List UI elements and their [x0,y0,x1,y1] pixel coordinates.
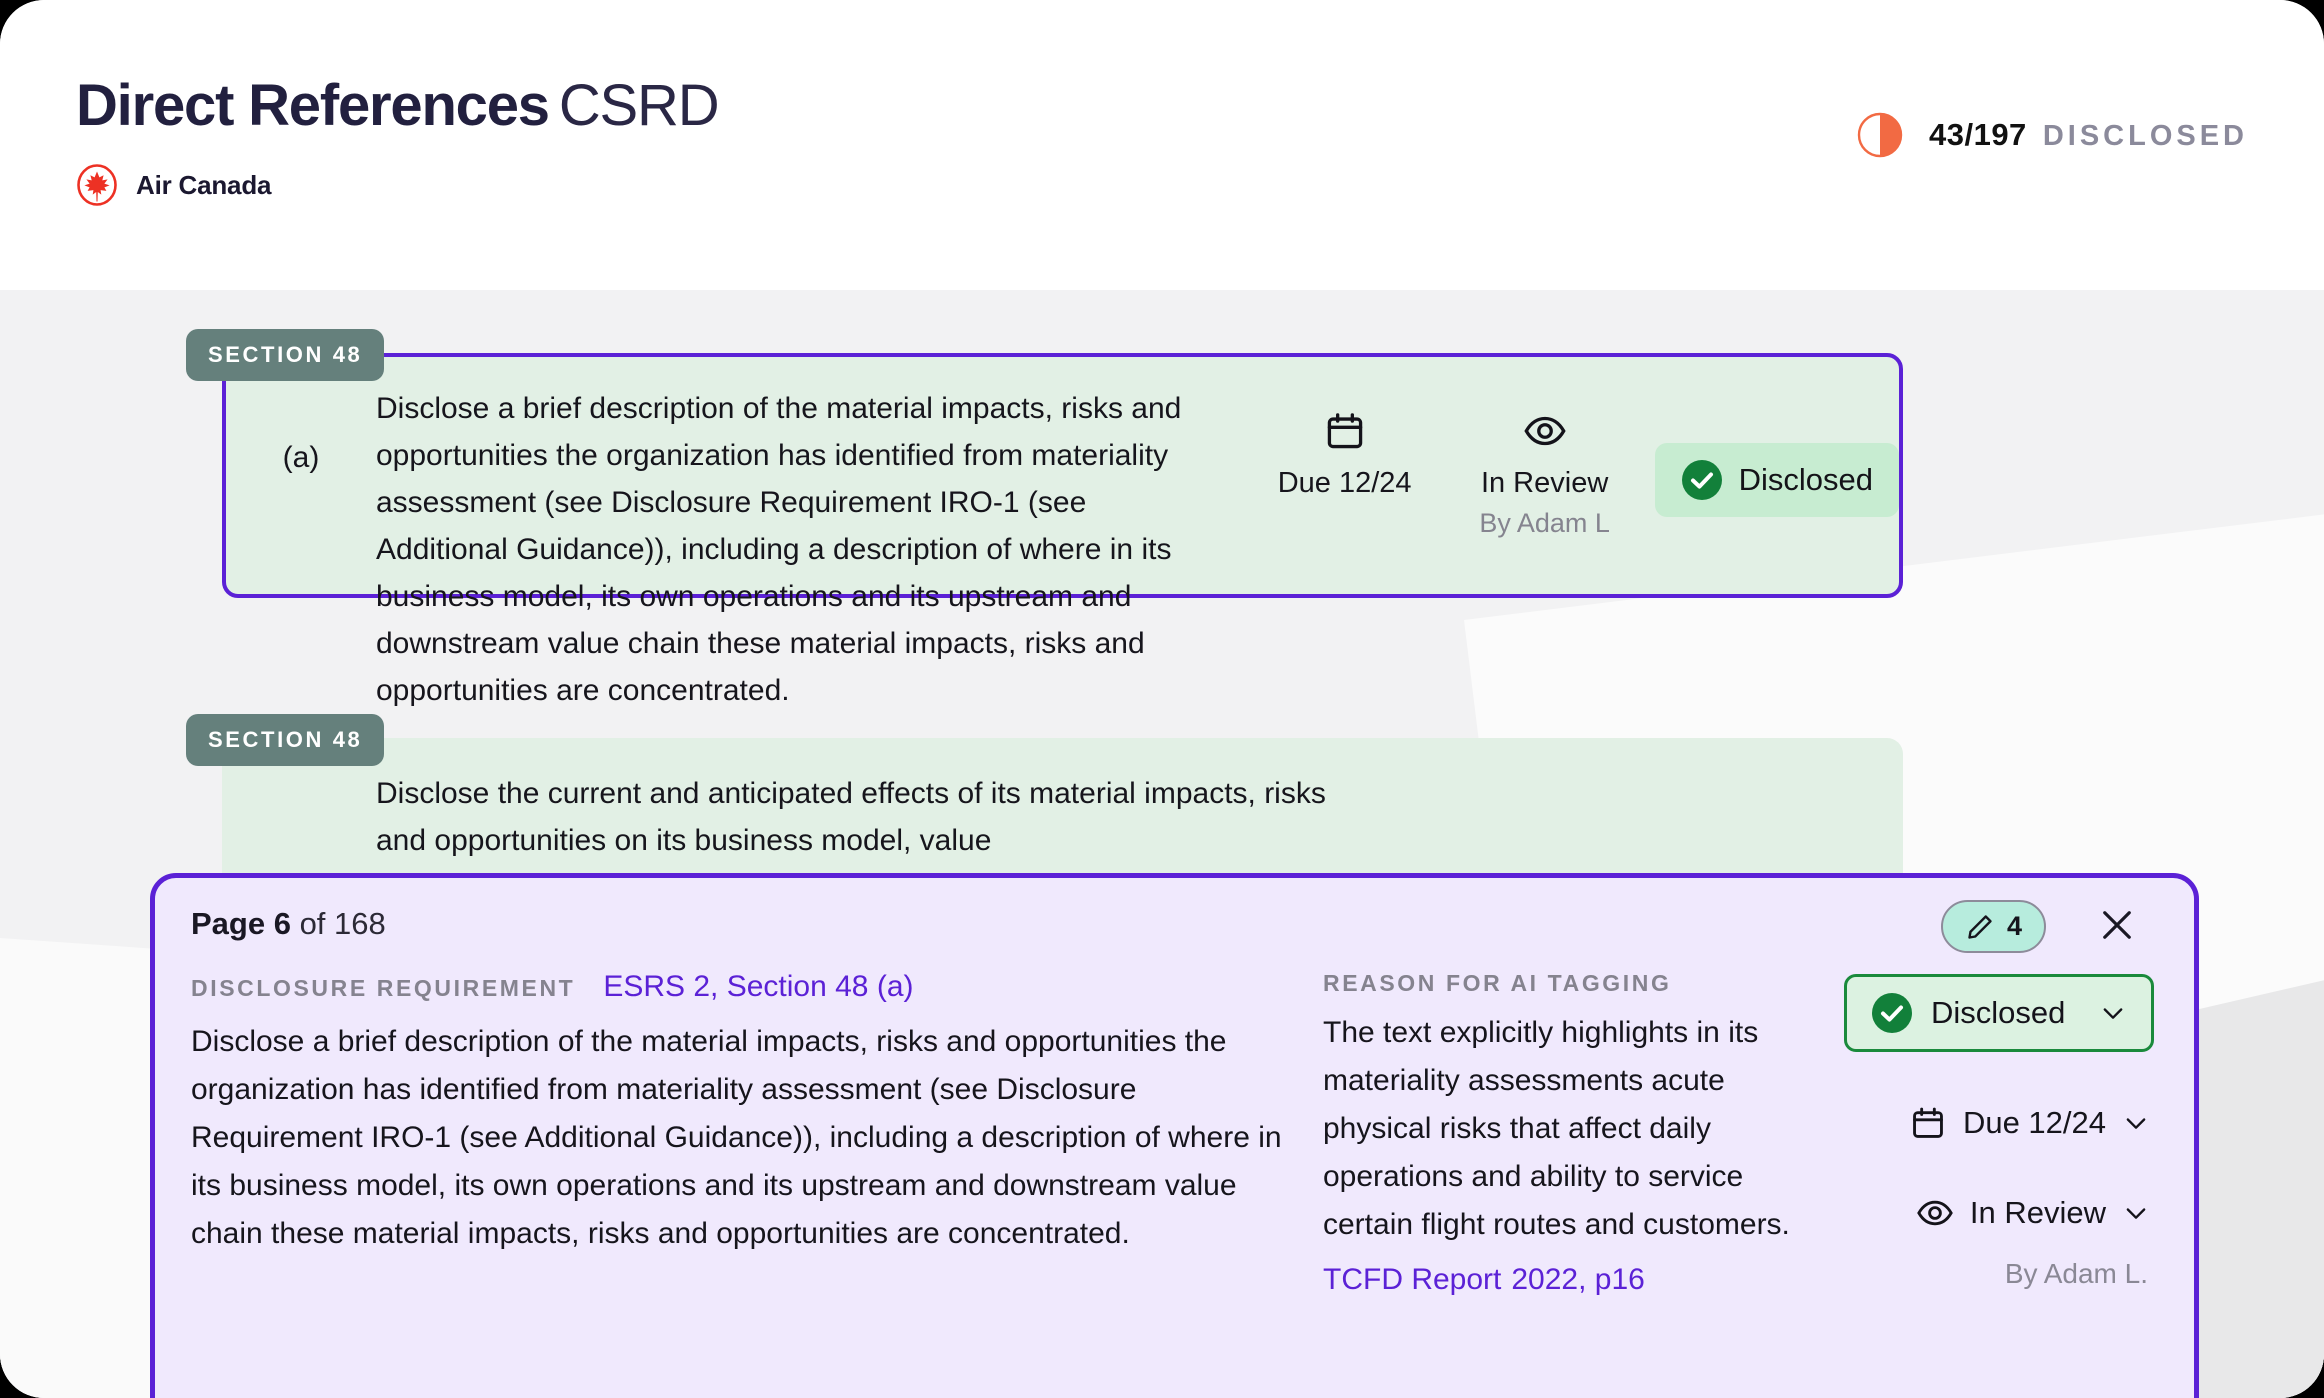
page-header: Direct References CSRD Air Canada 43/197… [0,0,2324,290]
annotations-count: 4 [2006,911,2022,941]
eye-icon [1916,1194,1954,1232]
page-title-main: Direct References [76,73,550,138]
section-badge: SECTION 48 [186,714,385,766]
disclosed-count: 43/197 [1928,117,2027,152]
due-date-label: Due 12/24 [1277,467,1412,499]
review-assignee: By Adam L. [2004,1258,2148,1289]
due-date-dropdown[interactable]: Due 12/24 [1909,1104,2154,1142]
detail-panel: Page 6 of 168 4 DISCLOSURE REQUIREMENT E… [150,873,2199,1398]
chevron-down-icon [2099,999,2127,1027]
annotations-count-button[interactable]: 4 [1940,900,2046,953]
review-status-dropdown-label: In Review [1969,1195,2106,1230]
review-assignee: By Adam L [1479,508,1610,538]
requirement-text: Disclose a brief description of the mate… [376,392,1182,707]
status-dropdown[interactable]: Disclosed [1844,974,2154,1052]
chevron-down-icon [2122,1109,2150,1137]
disclosure-requirement-text: Disclose a brief description of the mate… [191,1025,1282,1250]
requirement-card[interactable]: (a) Disclose a brief description of the … [222,353,1903,707]
review-status-control[interactable]: In Review By Adam L [1445,407,1645,541]
ai-reason-kicker: REASON FOR AI TAGGING [1323,970,1672,996]
status-dropdown-label: Disclosed [1931,995,2066,1030]
close-icon[interactable] [2094,902,2140,948]
detail-panel-topbar: Page 6 of 168 4 [155,878,2194,970]
eye-icon [1445,407,1645,455]
check-circle-icon [1871,992,1913,1034]
requirement-text: Disclose the current and anticipated eff… [376,777,1326,857]
calendar-icon [1909,1104,1947,1142]
page-title-framework: CSRD [558,73,720,138]
source-document-name: TCFD Report [1323,1263,1502,1296]
chevron-down-icon [2122,1199,2150,1227]
half-filled-circle-icon [1857,112,1903,158]
disclosure-progress: 43/197 DISCLOSED [1857,112,2248,158]
ai-reason-column: REASON FOR AI TAGGING The text explicitl… [1323,970,1823,1398]
requirement-meta: Due 12/24 In Review By Adam L Disclosed [1245,357,1899,541]
check-circle-icon [1681,459,1723,501]
organization-name: Air Canada [136,169,272,200]
source-document-link[interactable]: TCFD Report 2022, p16 [1323,1263,1803,1297]
page-number: Page 6 [191,906,291,941]
organization-row: Air Canada [76,164,718,206]
app-window: Direct References CSRD Air Canada 43/197… [0,0,2324,1398]
status-badge[interactable]: Disclosed [1654,443,1899,517]
detail-panel-controls: Disclosed Due 12/24 In Review By Adam L. [1823,970,2194,1398]
pencil-icon [1965,912,1995,942]
due-date-control[interactable]: Due 12/24 [1245,407,1445,501]
disclosure-requirement-link[interactable]: ESRS 2, Section 48 (a) [603,970,913,1004]
disclosure-requirement-header: DISCLOSURE REQUIREMENT ESRS 2, Section 4… [191,970,1293,1004]
due-date-dropdown-label: Due 12/24 [1962,1105,2106,1140]
page-total: of 168 [290,906,386,941]
detail-panel-body: DISCLOSURE REQUIREMENT ESRS 2, Section 4… [155,970,2194,1398]
calendar-icon [1245,407,1445,455]
air-canada-maple-leaf-icon [76,164,118,206]
ai-reason-text: The text explicitly highlights in its ma… [1323,1016,1790,1241]
source-document-page: 2022, p16 [1511,1263,1645,1296]
disclosure-requirement-column: DISCLOSURE REQUIREMENT ESRS 2, Section 4… [155,970,1323,1398]
disclosure-requirement-kicker: DISCLOSURE REQUIREMENT [191,975,576,1001]
header-left-group: Direct References CSRD Air Canada [76,73,720,206]
review-status-dropdown[interactable]: In Review [1916,1194,2154,1232]
disclosed-label: DISCLOSED [2042,120,2248,152]
page-title: Direct References CSRD [76,73,720,138]
status-badge-label: Disclosed [1738,462,1873,497]
review-status-label: In Review [1480,467,1609,499]
section-badge: SECTION 48 [186,329,385,381]
page-indicator: Page 6 of 168 [191,906,386,942]
